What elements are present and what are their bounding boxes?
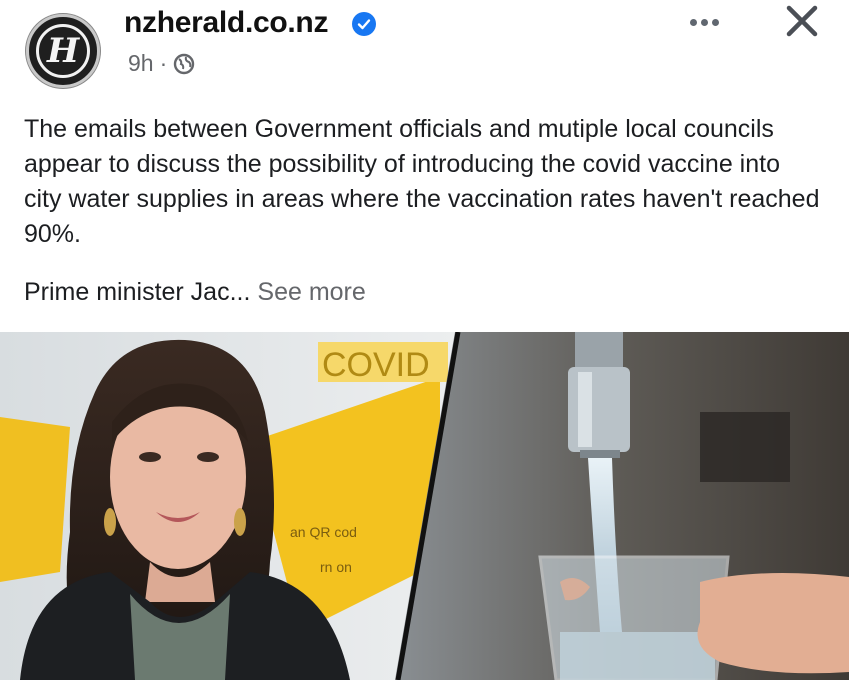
sign-text-turn: rn on bbox=[320, 559, 352, 575]
post-body-text: The emails between Government officials … bbox=[24, 115, 820, 248]
post-timestamp[interactable]: 9h bbox=[128, 50, 154, 77]
tap-pipe bbox=[575, 332, 623, 372]
globe-icon bbox=[173, 53, 195, 75]
right-photo bbox=[395, 332, 849, 680]
sign-text-qr: an QR cod bbox=[290, 524, 357, 540]
avatar-ring: H bbox=[36, 24, 90, 78]
page-name-link[interactable]: nzherald.co.nz bbox=[124, 6, 328, 40]
more-options-icon[interactable] bbox=[681, 10, 727, 34]
verified-badge-icon bbox=[352, 12, 376, 36]
dot-2 bbox=[700, 18, 708, 26]
post-image[interactable]: COVID an QR cod rn on bbox=[0, 332, 849, 680]
left-photo: COVID an QR cod rn on bbox=[0, 332, 460, 680]
close-icon[interactable] bbox=[780, 0, 824, 44]
post-text-preview-line: Prime minister Jac... See more bbox=[24, 275, 366, 310]
sign-text-covid: COVID bbox=[322, 346, 430, 384]
dot-3 bbox=[711, 18, 719, 26]
yellow-sign-shape-left bbox=[0, 417, 70, 582]
avatar-logo-letter: H bbox=[46, 31, 80, 71]
see-more-link[interactable]: See more bbox=[257, 278, 365, 306]
facebook-post: H nzherald.co.nz 9h · The emails between… bbox=[0, 0, 849, 680]
post-meta: 9h · bbox=[128, 50, 195, 77]
page-avatar[interactable]: H bbox=[26, 14, 100, 88]
hand-shape bbox=[697, 573, 849, 674]
meta-separator: · bbox=[159, 50, 168, 76]
dot-1 bbox=[689, 18, 697, 26]
post-text-truncated: Prime minister Jac... bbox=[24, 278, 251, 306]
tap-nozzle bbox=[568, 367, 630, 452]
